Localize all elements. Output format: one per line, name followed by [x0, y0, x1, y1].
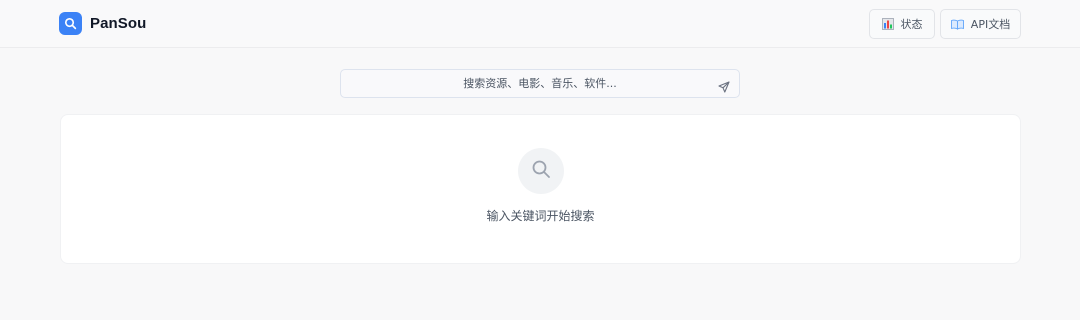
bar-chart-icon	[881, 18, 894, 30]
open-book-icon	[950, 19, 964, 30]
brand-name: PanSou	[90, 15, 147, 32]
empty-state-badge	[518, 148, 564, 194]
logo-search-icon	[59, 12, 82, 35]
status-button-label: 状态	[900, 18, 923, 31]
search-input[interactable]	[341, 70, 739, 97]
top-bar: PanSou 状态 API文档	[0, 0, 1080, 48]
results-panel: 输入关键词开始搜索	[60, 114, 1021, 264]
search-icon	[531, 159, 551, 183]
api-docs-button-label: API文档	[970, 18, 1011, 31]
brand[interactable]: PanSou	[59, 12, 146, 35]
empty-state-message: 输入关键词开始搜索	[486, 209, 595, 223]
api-docs-button[interactable]: API文档	[940, 9, 1021, 39]
status-button[interactable]: 状态	[869, 9, 935, 39]
search-box	[340, 69, 740, 98]
send-icon[interactable]	[718, 78, 730, 97]
